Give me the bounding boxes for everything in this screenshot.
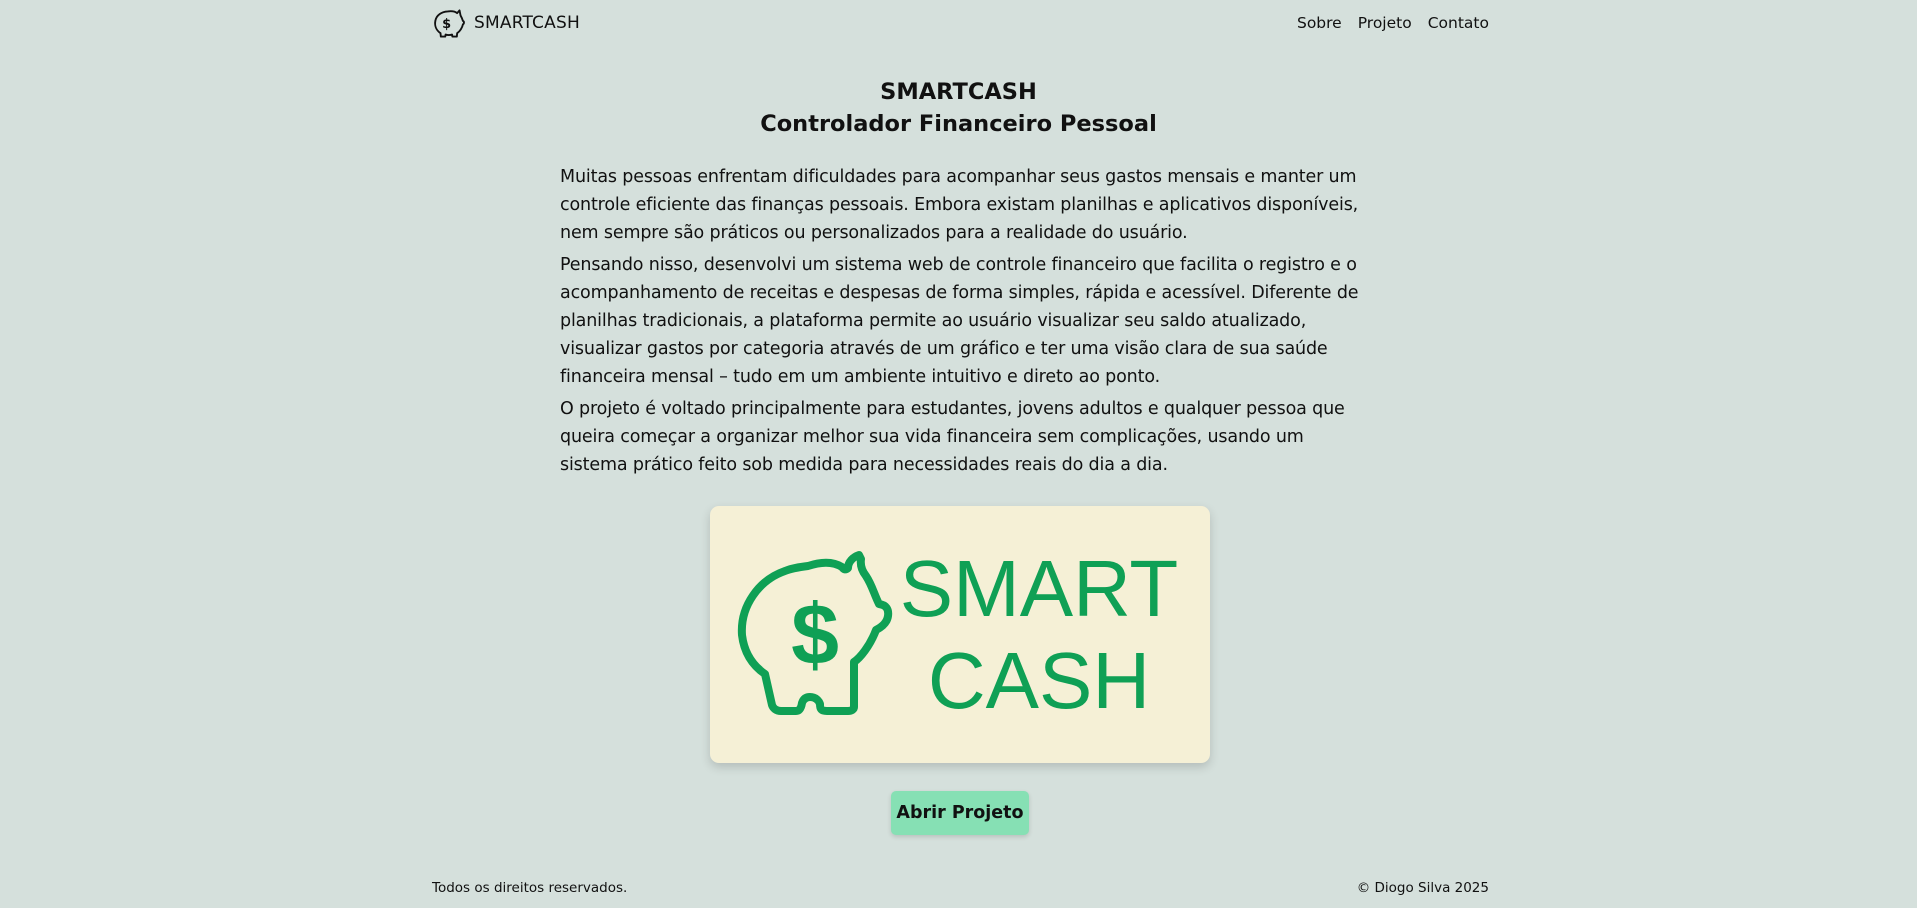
logo-card: $ SMART CASH — [710, 506, 1210, 763]
piggy-bank-icon: $ — [434, 9, 465, 38]
description-paragraph-3: O projeto é voltado principalmente para … — [560, 399, 1345, 475]
title-line-2: Controlador Financeiro Pessoal — [760, 111, 1157, 137]
logo-text-line-1: SMART — [900, 544, 1179, 633]
project-description: Muitas pessoas enfrentam dificuldades pa… — [560, 163, 1360, 483]
nav-link-sobre[interactable]: Sobre — [1297, 14, 1342, 32]
svg-text:$: $ — [442, 17, 451, 32]
logo-dollar-sign: $ — [791, 587, 839, 683]
brand-name: SMARTCASH — [474, 13, 580, 33]
description-paragraph-2: Pensando nisso, desenvolvi um sistema we… — [560, 255, 1359, 387]
title-line-1: SMARTCASH — [880, 79, 1037, 105]
footer-rights: Todos os direitos reservados. — [432, 880, 628, 896]
smartcash-logo: $ SMART CASH — [737, 544, 1179, 725]
footer-copyright: © Diogo Silva 2025 — [1356, 880, 1489, 896]
page-title: SMARTCASH Controlador Financeiro Pessoal — [0, 76, 1917, 140]
open-project-button[interactable]: Abrir Projeto — [891, 791, 1029, 835]
description-paragraph-1: Muitas pessoas enfrentam dificuldades pa… — [560, 167, 1359, 243]
site-footer: Todos os direitos reservados. © Diogo Si… — [432, 880, 1489, 896]
site-header: $ SMARTCASH Sobre Projeto Contato — [432, 0, 1489, 46]
nav-link-contato[interactable]: Contato — [1428, 14, 1489, 32]
nav-link-projeto[interactable]: Projeto — [1358, 14, 1412, 32]
logo-text-line-2: CASH — [928, 636, 1150, 725]
main-nav: Sobre Projeto Contato — [1297, 14, 1489, 32]
brand-link[interactable]: $ SMARTCASH — [432, 6, 580, 40]
